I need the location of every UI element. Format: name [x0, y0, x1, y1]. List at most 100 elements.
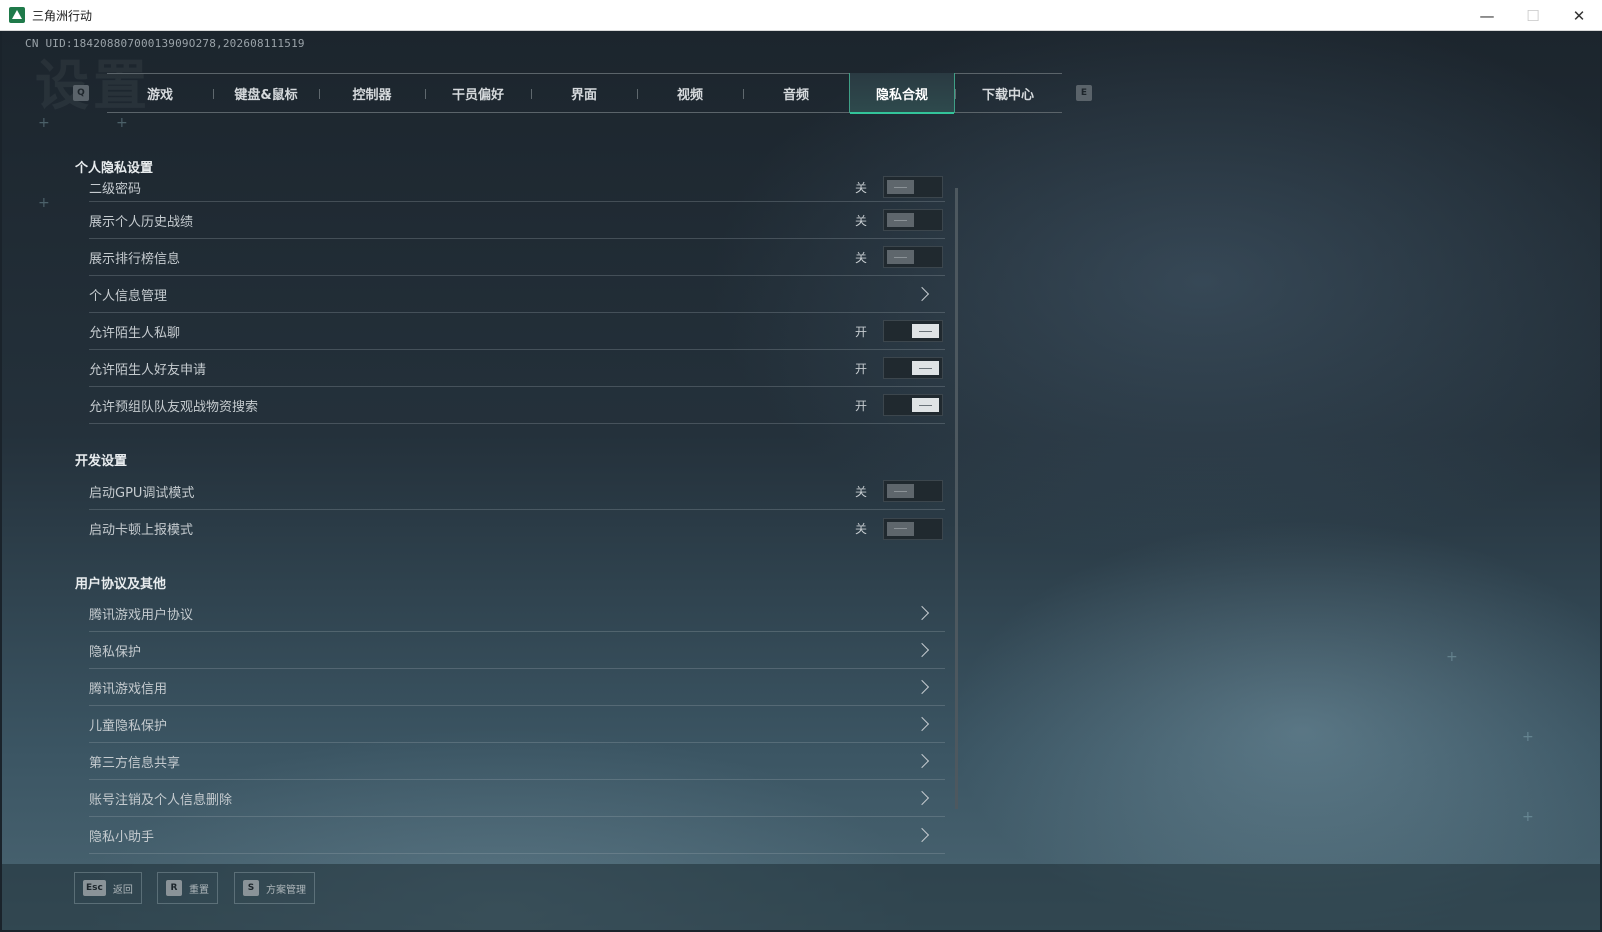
tab-game[interactable]: 游戏	[107, 74, 213, 112]
grid-crosshair-icon: +	[1446, 649, 1458, 665]
settings-panel: 个人隐私设置 二级密码 关 展示个人历史战绩 关 展示排行榜信息 关 个人信息管…	[73, 151, 949, 861]
settings-scrollbar[interactable]	[955, 188, 958, 809]
toggle-knob	[887, 250, 914, 264]
toggle-state-text: 关	[854, 180, 867, 195]
reset-label: 重置	[189, 884, 209, 896]
toggle-state-text: 关	[854, 250, 867, 265]
link-row-third-party-sharing[interactable]: 第三方信息共享	[89, 743, 945, 780]
link-row-user-agreement[interactable]: 腾讯游戏用户协议	[89, 595, 945, 632]
grid-crosshair-icon: +	[38, 195, 50, 211]
settings-tabbar: 游戏 键盘&鼠标 控制器 干员偏好 界面 视频 音频 隐私合规 下载中心	[107, 73, 1062, 114]
toggle-switch[interactable]	[883, 394, 943, 416]
toggle-state-text: 开	[854, 398, 867, 413]
grid-crosshair-icon: +	[116, 115, 128, 131]
tab-controller[interactable]: 控制器	[319, 74, 425, 112]
setting-row-stutter-report[interactable]: 启动卡顿上报模式 关	[89, 510, 945, 547]
back-button[interactable]: Esc 返回	[74, 872, 142, 904]
chevron-right-icon	[914, 753, 930, 769]
grid-crosshair-icon: +	[1522, 729, 1534, 745]
app-logo-icon	[9, 7, 25, 23]
window-controls: — ☐ ✕	[1464, 0, 1602, 31]
uid-label: CN UID:18420880700013909O278,20260811151…	[25, 37, 305, 50]
toggle-switch[interactable]	[883, 176, 943, 198]
toggle-switch[interactable]	[883, 480, 943, 502]
tab-interface[interactable]: 界面	[531, 74, 637, 112]
setting-label: 儿童隐私保护	[89, 718, 168, 734]
setting-label: 二级密码	[89, 181, 142, 197]
section-title-agreements: 用户协议及其他	[75, 577, 167, 592]
link-row-account-deletion[interactable]: 账号注销及个人信息删除	[89, 780, 945, 817]
toggle-switch[interactable]	[883, 357, 943, 379]
grid-crosshair-icon: +	[1522, 809, 1534, 825]
preset-management-label: 方案管理	[266, 884, 306, 896]
setting-label: 允许预组队队友观战物资搜索	[89, 399, 259, 415]
window-titlebar: 三角洲行动 — ☐ ✕	[0, 0, 1602, 31]
setting-row-stranger-chat[interactable]: 允许陌生人私聊 开	[89, 313, 945, 350]
tab-keyboard-mouse[interactable]: 键盘&鼠标	[213, 74, 319, 112]
tab-operator-preference[interactable]: 干员偏好	[425, 74, 531, 112]
window-title: 三角洲行动	[32, 8, 93, 23]
link-row-game-credit[interactable]: 腾讯游戏信用	[89, 669, 945, 706]
setting-row-teammate-spectate[interactable]: 允许预组队队友观战物资搜索 开	[89, 387, 945, 424]
chevron-right-icon	[914, 790, 930, 806]
minimize-button[interactable]: —	[1464, 0, 1510, 31]
toggle-switch[interactable]	[883, 517, 943, 540]
toggle-knob	[912, 398, 939, 412]
reset-button[interactable]: R 重置	[157, 872, 218, 904]
setting-label: 启动GPU调试模式	[89, 485, 195, 501]
grid-crosshair-icon: +	[38, 115, 50, 131]
close-button[interactable]: ✕	[1556, 0, 1602, 31]
prev-tab-key-icon[interactable]: Q	[73, 85, 89, 101]
tab-download-center[interactable]: 下载中心	[955, 74, 1061, 112]
setting-row-show-history[interactable]: 展示个人历史战绩 关	[89, 202, 945, 239]
toggle-knob	[912, 324, 939, 338]
setting-label: 腾讯游戏信用	[89, 681, 168, 697]
preset-management-button[interactable]: S 方案管理	[234, 872, 315, 904]
toggle-knob	[912, 361, 939, 375]
toggle-switch[interactable]	[883, 209, 943, 231]
setting-row-show-leaderboard[interactable]: 展示排行榜信息 关	[89, 239, 945, 276]
chevron-right-icon	[914, 716, 930, 732]
game-canvas: 设置 CN UID:18420880700013909O278,20260811…	[2, 31, 1600, 930]
setting-row-secondary-password[interactable]: 二级密码 关	[89, 173, 945, 202]
setting-label: 腾讯游戏用户协议	[89, 607, 194, 623]
tab-privacy-compliance[interactable]: 隐私合规	[849, 73, 955, 114]
toggle-state-text: 关	[854, 484, 867, 499]
setting-label: 展示个人历史战绩	[89, 214, 194, 230]
maximize-button[interactable]: ☐	[1510, 0, 1556, 31]
setting-row-gpu-debug[interactable]: 启动GPU调试模式 关	[89, 473, 945, 510]
setting-label: 允许陌生人私聊	[89, 325, 181, 341]
chevron-right-icon	[914, 286, 930, 302]
setting-label: 第三方信息共享	[89, 755, 181, 771]
chevron-right-icon	[914, 642, 930, 658]
next-tab-key-icon[interactable]: E	[1076, 85, 1092, 101]
section-title-dev: 开发设置	[75, 454, 128, 469]
setting-row-stranger-friend-request[interactable]: 允许陌生人好友申请 开	[89, 350, 945, 387]
chevron-right-icon	[914, 605, 930, 621]
link-row-privacy-assistant[interactable]: 隐私小助手	[89, 817, 945, 854]
toggle-knob	[887, 484, 914, 498]
setting-label: 允许陌生人好友申请	[89, 362, 207, 378]
chevron-right-icon	[914, 827, 930, 843]
toggle-state-text: 关	[854, 522, 867, 536]
tab-video[interactable]: 视频	[637, 74, 743, 112]
toggle-switch[interactable]	[883, 246, 943, 268]
setting-label: 启动卡顿上报模式	[89, 523, 194, 538]
tab-audio[interactable]: 音频	[743, 74, 849, 112]
toggle-knob	[887, 213, 914, 227]
toggle-knob	[887, 521, 914, 536]
toggle-switch[interactable]	[883, 320, 943, 342]
setting-label: 个人信息管理	[89, 288, 168, 304]
toggle-state-text: 开	[854, 361, 867, 376]
s-key-icon: S	[243, 880, 259, 896]
back-label: 返回	[112, 884, 133, 896]
setting-label: 账号注销及个人信息删除	[89, 792, 233, 808]
toggle-knob	[887, 180, 914, 194]
toggle-state-text: 开	[854, 324, 867, 339]
link-row-privacy-protection[interactable]: 隐私保护	[89, 632, 945, 669]
setting-label: 隐私保护	[89, 644, 142, 660]
toggle-state-text: 关	[854, 213, 867, 228]
chevron-right-icon	[914, 679, 930, 695]
link-row-child-privacy[interactable]: 儿童隐私保护	[89, 706, 945, 743]
setting-row-personal-info[interactable]: 个人信息管理	[89, 276, 945, 313]
